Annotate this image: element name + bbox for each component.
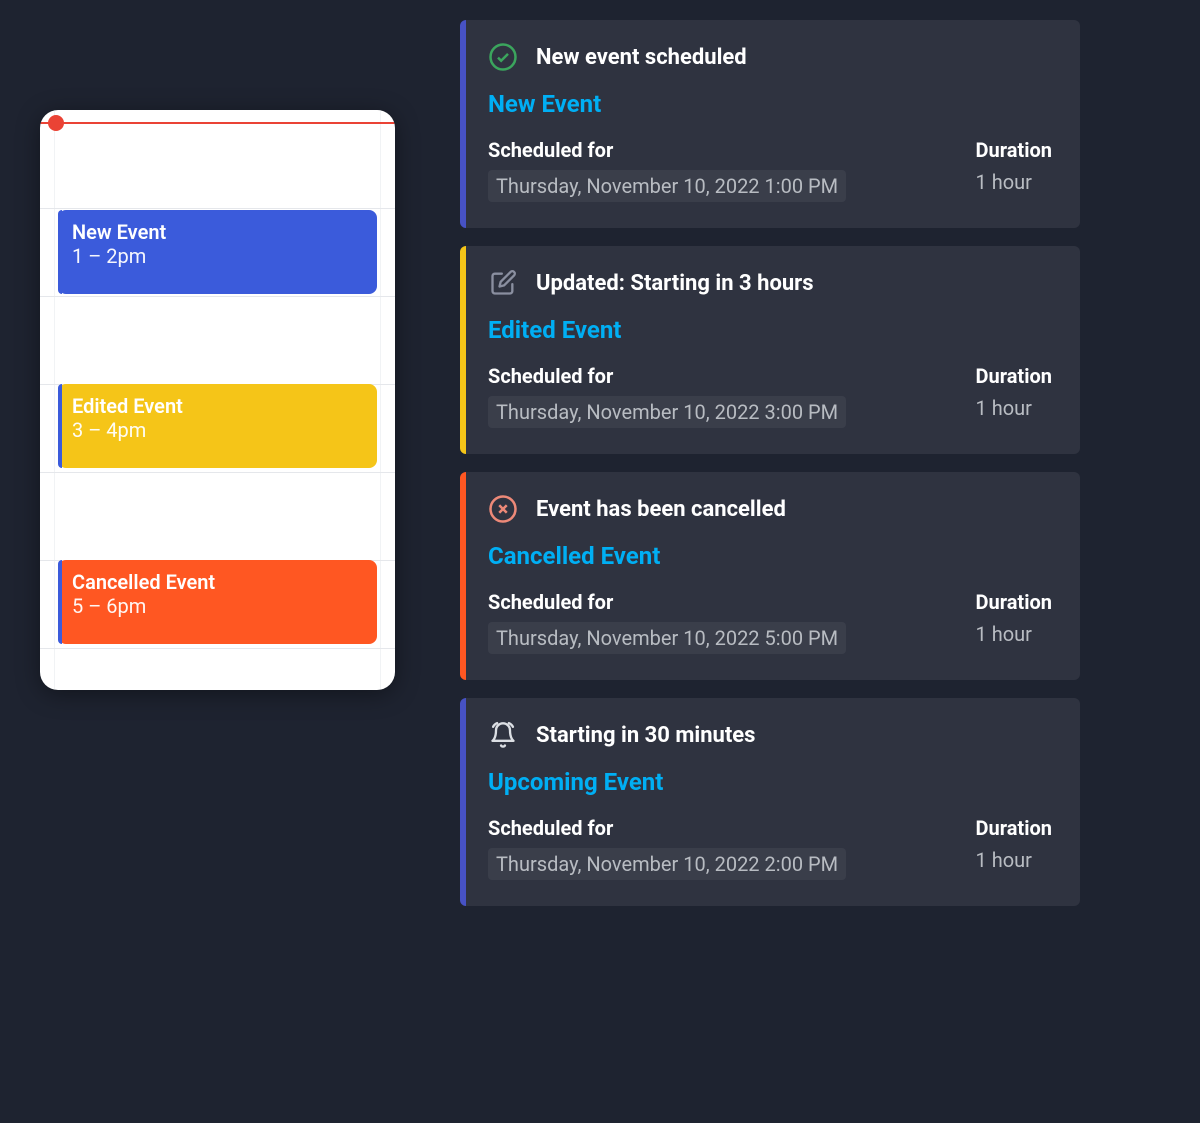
duration-label: Duration: [976, 364, 1052, 388]
notification-card-updated[interactable]: Updated: Starting in 3 hours Edited Even…: [460, 246, 1080, 454]
calendar-event-cancelled[interactable]: Cancelled Event 5 – 6pm: [58, 560, 377, 644]
card-header-text: Updated: Starting in 3 hours: [536, 271, 814, 296]
card-header-text: Event has been cancelled: [536, 497, 786, 522]
x-circle-icon: [488, 494, 518, 524]
event-time: 5 – 6pm: [72, 594, 363, 618]
notification-card-scheduled[interactable]: New event scheduled New Event Scheduled …: [460, 20, 1080, 228]
card-details: Scheduled for Thursday, November 10, 202…: [488, 138, 1052, 202]
calendar-event-edited[interactable]: Edited Event 3 – 4pm: [58, 384, 377, 468]
scheduled-for-label: Scheduled for: [488, 590, 846, 614]
card-title[interactable]: Cancelled Event: [488, 542, 1052, 570]
calendar-widget: New Event 1 – 2pm Edited Event 3 – 4pm C…: [40, 110, 395, 690]
scheduled-for-label: Scheduled for: [488, 138, 846, 162]
current-time-dot: [48, 115, 64, 131]
card-header: Starting in 30 minutes: [488, 720, 1052, 750]
bell-icon: [488, 720, 518, 750]
card-details: Scheduled for Thursday, November 10, 202…: [488, 816, 1052, 880]
card-header: New event scheduled: [488, 42, 1052, 72]
duration-label: Duration: [976, 590, 1052, 614]
notification-card-cancelled[interactable]: Event has been cancelled Cancelled Event…: [460, 472, 1080, 680]
card-details: Scheduled for Thursday, November 10, 202…: [488, 590, 1052, 654]
current-time-line: [40, 122, 395, 124]
scheduled-for-label: Scheduled for: [488, 816, 846, 840]
card-header-text: Starting in 30 minutes: [536, 723, 755, 748]
duration-label: Duration: [976, 816, 1052, 840]
duration-label: Duration: [976, 138, 1052, 162]
scheduled-for-label: Scheduled for: [488, 364, 846, 388]
scheduled-for-value: Thursday, November 10, 2022 2:00 PM: [488, 848, 846, 880]
check-circle-icon: [488, 42, 518, 72]
calendar-event-new[interactable]: New Event 1 – 2pm: [58, 210, 377, 294]
duration-value: 1 hour: [976, 622, 1052, 646]
notification-list: New event scheduled New Event Scheduled …: [460, 20, 1080, 906]
scheduled-for-value: Thursday, November 10, 2022 5:00 PM: [488, 622, 846, 654]
event-title: Edited Event: [72, 394, 363, 418]
event-time: 3 – 4pm: [72, 418, 363, 442]
card-header: Event has been cancelled: [488, 494, 1052, 524]
card-header-text: New event scheduled: [536, 45, 747, 70]
event-title: New Event: [72, 220, 363, 244]
card-title[interactable]: Upcoming Event: [488, 768, 1052, 796]
card-title[interactable]: New Event: [488, 90, 1052, 118]
scheduled-for-value: Thursday, November 10, 2022 1:00 PM: [488, 170, 846, 202]
event-time: 1 – 2pm: [72, 244, 363, 268]
duration-value: 1 hour: [976, 396, 1052, 420]
scheduled-for-value: Thursday, November 10, 2022 3:00 PM: [488, 396, 846, 428]
edit-icon: [488, 268, 518, 298]
duration-value: 1 hour: [976, 170, 1052, 194]
card-title[interactable]: Edited Event: [488, 316, 1052, 344]
notification-card-upcoming[interactable]: Starting in 30 minutes Upcoming Event Sc…: [460, 698, 1080, 906]
event-title: Cancelled Event: [72, 570, 363, 594]
duration-value: 1 hour: [976, 848, 1052, 872]
card-details: Scheduled for Thursday, November 10, 202…: [488, 364, 1052, 428]
card-header: Updated: Starting in 3 hours: [488, 268, 1052, 298]
